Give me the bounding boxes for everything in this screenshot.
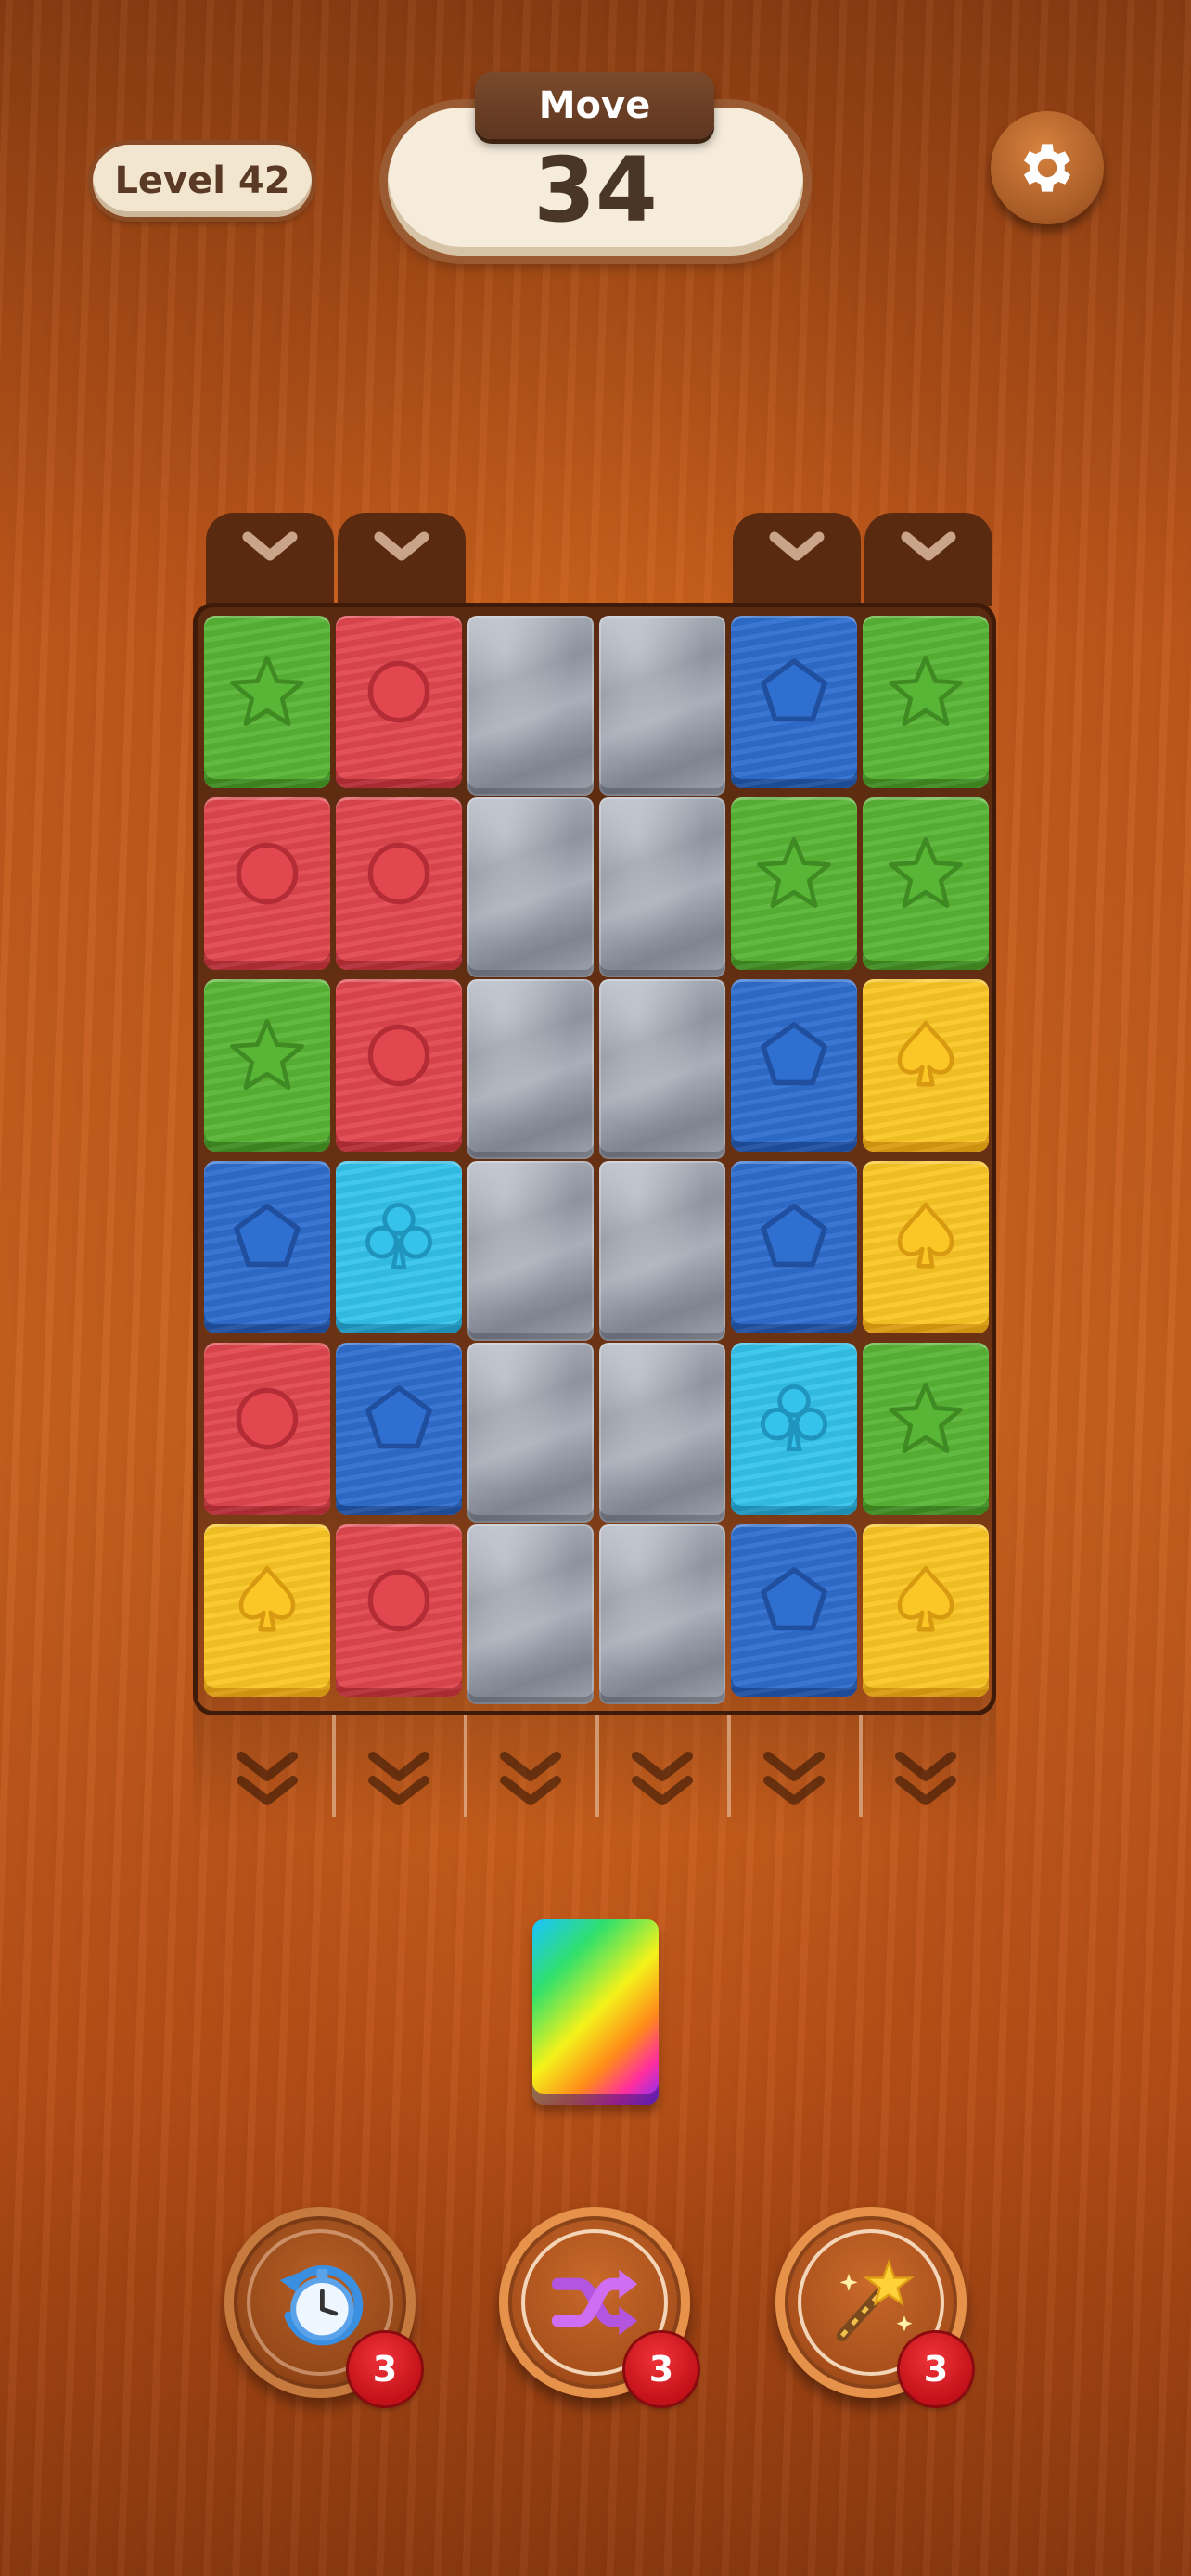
blue-pentagon-block[interactable] [731, 1161, 857, 1333]
column-divider [332, 1715, 336, 1817]
red-circle-block[interactable] [204, 797, 330, 970]
stone-block[interactable] [599, 797, 725, 977]
circle-icon [357, 1014, 441, 1101]
pentagon-icon [224, 1194, 310, 1283]
blue-pentagon-block[interactable] [731, 979, 857, 1152]
booster-magic-wand-count: 3 [900, 2333, 972, 2405]
column-divider [596, 1715, 599, 1817]
blue-pentagon-block[interactable] [731, 1524, 857, 1697]
gear-icon [1023, 144, 1071, 192]
spade-icon [883, 1013, 968, 1102]
blue-pentagon-block[interactable] [336, 1343, 462, 1515]
column-entry-tab [733, 513, 861, 606]
exit-chevron-icon [889, 1743, 963, 1817]
spade-icon [224, 1558, 310, 1647]
yellow-spade-block[interactable] [863, 1161, 989, 1333]
yellow-spade-block[interactable] [204, 1524, 330, 1697]
pentagon-icon [751, 1013, 837, 1102]
blue-pentagon-block[interactable] [731, 616, 857, 788]
chevron-down-icon [374, 531, 429, 561]
exit-chevron-icon [362, 1743, 436, 1817]
column-entry-tab [206, 513, 334, 606]
stone-block[interactable] [467, 797, 594, 977]
star-icon [223, 647, 312, 740]
chevron-down-icon [901, 531, 956, 561]
star-icon [223, 1011, 312, 1103]
column-entry-tab [864, 513, 992, 606]
green-star-block[interactable] [204, 979, 330, 1152]
stone-block[interactable] [599, 1524, 725, 1704]
cyan-club-block[interactable] [336, 1161, 462, 1333]
booster-stopwatch-count: 3 [349, 2333, 421, 2405]
green-star-block[interactable] [863, 616, 989, 788]
level-indicator: Level 42 [93, 145, 312, 217]
column-divider [464, 1715, 467, 1817]
circle-icon [225, 1377, 309, 1464]
settings-button[interactable] [991, 111, 1104, 224]
exit-chevron-icon [493, 1743, 568, 1817]
cyan-club-block[interactable] [731, 1343, 857, 1515]
move-counter-value: 34 [533, 138, 658, 242]
booster-shuffle-count: 3 [625, 2333, 698, 2405]
pentagon-icon [751, 1194, 837, 1283]
red-circle-block[interactable] [336, 616, 462, 788]
circle-icon [357, 832, 441, 919]
club-icon [354, 1192, 443, 1285]
stone-block[interactable] [467, 1343, 594, 1523]
red-circle-block[interactable] [336, 979, 462, 1152]
level-label: Level 42 [114, 159, 290, 202]
magic-wand-icon [836, 2259, 915, 2341]
stone-block[interactable] [599, 1161, 725, 1341]
star-icon [881, 1374, 970, 1467]
spade-icon [883, 1194, 968, 1283]
exit-chevron-icon [230, 1743, 304, 1817]
spade-icon [883, 1558, 968, 1647]
circle-icon [225, 832, 309, 919]
column-divider [859, 1715, 863, 1817]
exit-chevron-icon [757, 1743, 831, 1817]
yellow-spade-block[interactable] [863, 1524, 989, 1697]
stone-block[interactable] [467, 979, 594, 1159]
stone-block[interactable] [467, 616, 594, 796]
yellow-spade-block[interactable] [863, 979, 989, 1152]
stone-block[interactable] [599, 979, 725, 1159]
stone-block[interactable] [467, 1161, 594, 1341]
club-icon [749, 1374, 839, 1467]
green-star-block[interactable] [863, 797, 989, 970]
star-icon [881, 829, 970, 922]
shuffle-icon [551, 2269, 638, 2336]
pentagon-icon [751, 1558, 837, 1647]
column-entry-tab [338, 513, 466, 606]
next-block-rainbow[interactable] [532, 1919, 659, 2105]
star-icon [881, 647, 970, 740]
stone-block[interactable] [467, 1524, 594, 1704]
stone-block[interactable] [599, 1343, 725, 1523]
red-circle-block[interactable] [204, 1343, 330, 1515]
move-label: Move [538, 84, 651, 127]
circle-icon [357, 650, 441, 737]
pentagon-icon [751, 649, 837, 738]
column-divider [727, 1715, 731, 1817]
red-circle-block[interactable] [336, 797, 462, 970]
stone-block[interactable] [599, 616, 725, 796]
green-star-block[interactable] [204, 616, 330, 788]
pentagon-icon [356, 1376, 442, 1465]
star-icon [749, 829, 839, 922]
green-star-block[interactable] [863, 1343, 989, 1515]
stopwatch-icon [279, 2264, 364, 2346]
blue-pentagon-block[interactable] [204, 1161, 330, 1333]
green-star-block[interactable] [731, 797, 857, 970]
chevron-down-icon [242, 531, 298, 561]
chevron-down-icon [769, 531, 825, 561]
exit-chevron-icon [625, 1743, 699, 1817]
circle-icon [357, 1559, 441, 1646]
red-circle-block[interactable] [336, 1524, 462, 1697]
